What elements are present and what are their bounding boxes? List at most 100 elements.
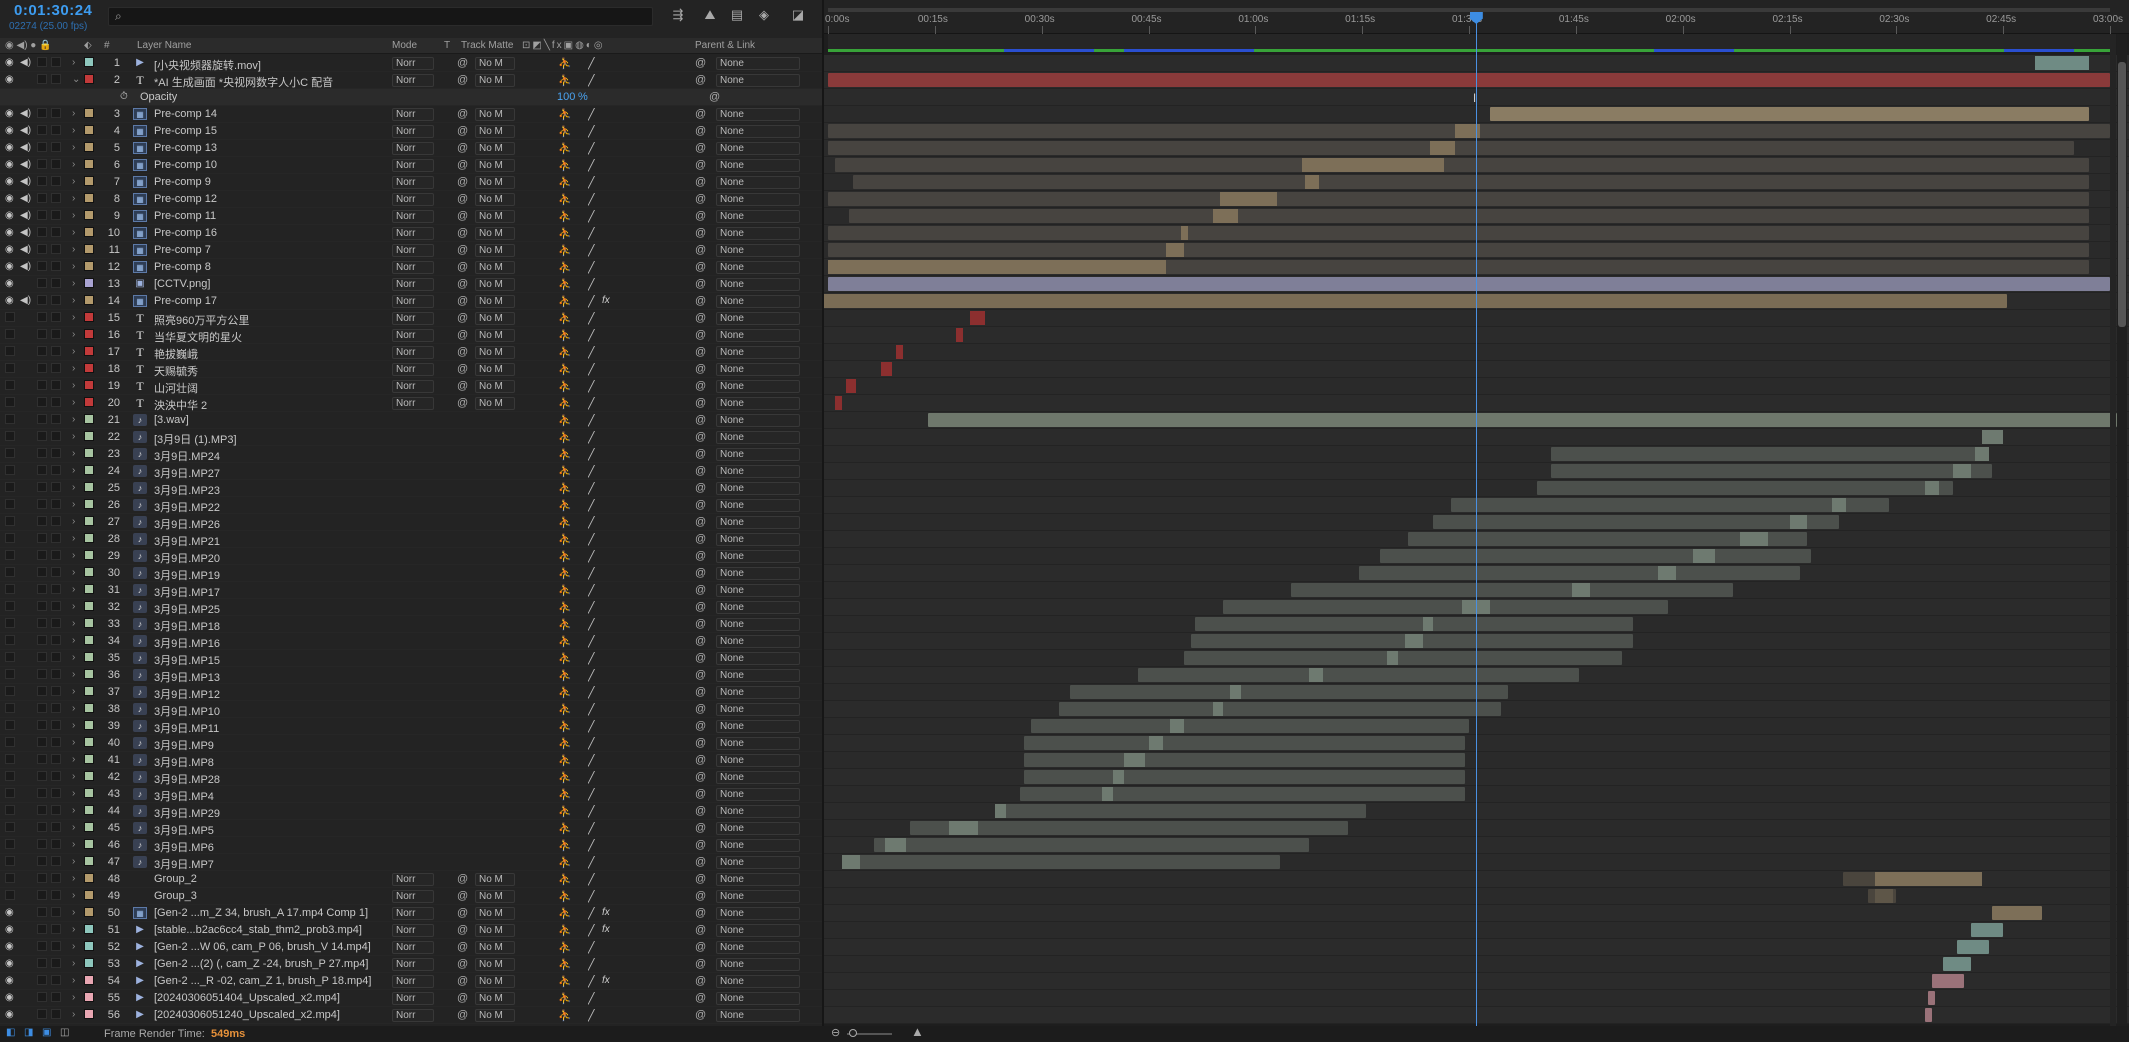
mode-dropdown[interactable]: Norr (392, 397, 434, 410)
label-color-swatch[interactable] (84, 992, 94, 1002)
twirl-closed-icon[interactable]: › (72, 550, 75, 561)
solo-toggle[interactable] (37, 856, 47, 866)
parent-dropdown[interactable]: None (716, 720, 800, 733)
layer-row[interactable]: ◉ ⌄ 2 T *AI 生成画面 *央视网数字人小C 配音 Norr @ No M ⛹ ╱ @ Non… (0, 72, 822, 89)
effects-switch-icon[interactable]: fx (602, 975, 610, 986)
solo-toggle[interactable] (37, 142, 47, 152)
track-matte-dropdown[interactable]: No M (475, 890, 515, 903)
visibility-toggle[interactable] (5, 839, 15, 849)
layer-row[interactable]: › 39 ♪ 3月9日.MP11 ⛹ ╱ @ None (0, 718, 822, 735)
label-color-swatch[interactable] (84, 516, 94, 526)
lock-toggle[interactable] (51, 635, 61, 645)
visibility-toggle[interactable] (5, 363, 15, 373)
parent-pickwhip-icon[interactable]: @ (695, 414, 706, 426)
twirl-closed-icon[interactable]: › (72, 210, 75, 221)
layer-duration-bar[interactable] (1194, 617, 1633, 631)
twirl-closed-icon[interactable]: › (72, 822, 75, 833)
visibility-toggle[interactable] (5, 329, 15, 339)
visibility-toggle[interactable] (5, 431, 15, 441)
layer-row[interactable]: › 20 T 泱泱中华 2 Norr @ No M ⛹ ╱ @ None (0, 395, 822, 412)
layer-duration-bar[interactable] (828, 73, 2110, 87)
solo-toggle[interactable] (37, 958, 47, 968)
parent-dropdown[interactable]: None (716, 57, 800, 70)
eye-icon[interactable]: ◉ (5, 142, 16, 153)
solo-toggle[interactable] (37, 125, 47, 135)
solo-toggle[interactable] (37, 329, 47, 339)
layer-row[interactable]: ◉ ◀) › 3 ▦ Pre-comp 14 Norr @ No M ⛹ ╱ @ None (0, 106, 822, 123)
parent-pickwhip-icon[interactable]: @ (695, 856, 706, 868)
layer-name[interactable]: [小央视频器旋转.mov] (154, 57, 386, 73)
layer-active-segment[interactable] (1974, 447, 1989, 461)
twirl-closed-icon[interactable]: › (72, 720, 75, 731)
quality-switch-icon[interactable]: ╱ (588, 550, 595, 563)
layer-active-segment[interactable] (1166, 243, 1185, 257)
parent-pickwhip-icon[interactable]: @ (695, 499, 706, 511)
parent-dropdown[interactable]: None (716, 669, 800, 682)
layer-name[interactable]: 3月9日.MP8 (154, 754, 386, 770)
lock-toggle[interactable] (51, 57, 61, 67)
mode-dropdown[interactable]: Norr (392, 142, 434, 155)
layer-row[interactable]: › 42 ♪ 3月9日.MP28 ⛹ ╱ @ None (0, 769, 822, 786)
parent-pickwhip-icon[interactable]: @ (695, 975, 706, 987)
layer-duration-bar[interactable] (1379, 549, 1811, 563)
lock-toggle[interactable] (51, 958, 61, 968)
layer-name[interactable]: Pre-comp 13 (154, 142, 386, 154)
quality-switch-icon[interactable]: ╱ (588, 958, 595, 971)
lock-toggle[interactable] (51, 312, 61, 322)
label-color-swatch[interactable] (84, 652, 94, 662)
label-color-swatch[interactable] (84, 346, 94, 356)
twirl-closed-icon[interactable]: › (72, 1009, 75, 1020)
parent-dropdown[interactable]: None (716, 754, 800, 767)
track-matte-dropdown[interactable]: No M (475, 278, 515, 291)
quality-switch-icon[interactable]: ╱ (588, 346, 595, 359)
shy-switch-icon[interactable]: ⛹ (558, 482, 572, 495)
visibility-toggle[interactable] (5, 890, 15, 900)
parent-pickwhip-icon[interactable]: @ (695, 635, 706, 647)
shy-switch-icon[interactable]: ⛹ (558, 108, 572, 121)
layer-name[interactable]: 艳拔巍峨 (154, 346, 386, 362)
audio-icon[interactable]: ◀) (20, 108, 31, 119)
layer-name[interactable]: 3月9日.MP13 (154, 669, 386, 685)
label-color-swatch[interactable] (84, 720, 94, 730)
twirl-closed-icon[interactable]: › (72, 329, 75, 340)
shy-switch-icon[interactable]: ⛹ (558, 941, 572, 954)
quality-switch-icon[interactable]: ╱ (588, 805, 595, 818)
lock-toggle[interactable] (51, 193, 61, 203)
visibility-toggle[interactable] (5, 533, 15, 543)
shy-switch-icon[interactable]: ⛹ (558, 278, 572, 291)
lock-toggle[interactable] (51, 142, 61, 152)
shy-switch-icon[interactable]: ⛹ (558, 1009, 572, 1022)
mode-dropdown[interactable]: Norr (392, 873, 434, 886)
solo-toggle[interactable] (37, 533, 47, 543)
label-color-swatch[interactable] (84, 907, 94, 917)
shy-switch-icon[interactable]: ⛹ (558, 720, 572, 733)
lock-toggle[interactable] (51, 74, 61, 84)
track-matte-dropdown[interactable]: No M (475, 159, 515, 172)
parent-pickwhip-icon[interactable]: @ (695, 363, 706, 375)
layer-duration-bar[interactable] (1358, 566, 1801, 580)
eye-icon[interactable]: ◉ (5, 159, 16, 170)
layer-duration-bar[interactable] (1928, 991, 1936, 1005)
lock-toggle[interactable] (51, 363, 61, 373)
layer-row[interactable]: › 35 ♪ 3月9日.MP15 ⛹ ╱ @ None (0, 650, 822, 667)
layer-row[interactable]: › 15 T 照亮960万平方公里 Norr @ No M ⛹ ╱ @ None (0, 310, 822, 327)
track-matte-dropdown[interactable]: No M (475, 108, 515, 121)
mode-dropdown[interactable]: Norr (392, 227, 434, 240)
twirl-closed-icon[interactable]: › (72, 533, 75, 544)
mode-dropdown[interactable]: Norr (392, 958, 434, 971)
opacity-pickwhip-icon[interactable]: @ (709, 91, 720, 103)
layer-row[interactable]: › 24 ♪ 3月9日.MP27 ⛹ ╱ @ None (0, 463, 822, 480)
layer-name[interactable]: 3月9日.MP27 (154, 465, 386, 481)
visibility-toggle[interactable] (5, 567, 15, 577)
effects-switch-icon[interactable]: fx (602, 295, 610, 306)
quality-switch-icon[interactable]: ╱ (588, 839, 595, 852)
shy-switch-icon[interactable]: ⛹ (558, 125, 572, 138)
pickwhip-icon[interactable]: @ (457, 907, 468, 919)
parent-dropdown[interactable]: None (716, 788, 800, 801)
twirl-closed-icon[interactable]: › (72, 346, 75, 357)
quality-switch-icon[interactable]: ╱ (588, 295, 595, 308)
visibility-toggle[interactable] (5, 805, 15, 815)
layer-active-segment[interactable] (1219, 192, 1277, 206)
pickwhip-icon[interactable]: @ (457, 992, 468, 1004)
parent-dropdown[interactable]: None (716, 516, 800, 529)
